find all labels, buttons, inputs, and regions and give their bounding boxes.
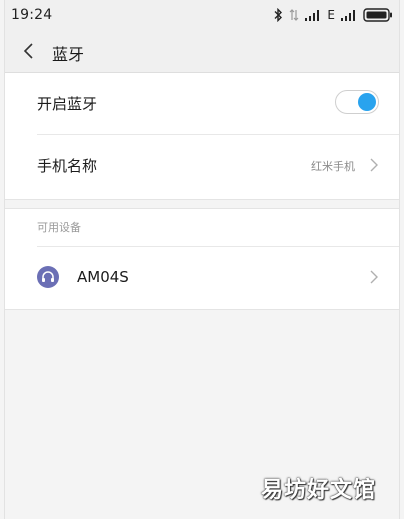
status-time: 19:24 xyxy=(11,7,53,23)
device-name-label: 手机名称 xyxy=(37,157,98,175)
data-off-icon xyxy=(289,8,299,22)
app-header: 蓝牙 xyxy=(5,30,399,73)
headset-icon xyxy=(37,266,59,288)
page-title: 蓝牙 xyxy=(52,45,85,64)
network-type-label: E xyxy=(327,8,335,22)
chevron-right-icon xyxy=(369,269,379,285)
settings-card: 开启蓝牙 手机名称 红米手机 xyxy=(5,73,399,200)
status-bar: 19:24 E xyxy=(5,0,399,30)
signal-icon xyxy=(341,9,357,21)
battery-icon xyxy=(363,8,393,22)
bluetooth-icon xyxy=(273,8,283,22)
status-icons: E xyxy=(273,6,393,24)
device-name-row[interactable]: 手机名称 红米手机 xyxy=(5,135,399,197)
signal-icon xyxy=(305,9,321,21)
chevron-left-icon[interactable] xyxy=(21,42,39,60)
bluetooth-toggle-switch[interactable] xyxy=(335,90,379,114)
toggle-knob xyxy=(358,93,376,111)
device-name-value: 红米手机 xyxy=(311,160,355,173)
device-item-name: AM04S xyxy=(77,268,129,286)
settings-screen: 19:24 E 蓝牙 开启蓝牙 手机名称 红米手机 AM04S 可用设备 xyxy=(4,0,400,519)
chevron-right-icon xyxy=(369,157,379,173)
section-label-available-devices: 可用设备 xyxy=(37,221,81,234)
list-item[interactable]: AM04S xyxy=(5,247,399,309)
bluetooth-toggle-row[interactable]: 开启蓝牙 xyxy=(5,73,399,135)
watermark-text: 易坊好文馆 xyxy=(260,478,376,503)
bluetooth-toggle-label: 开启蓝牙 xyxy=(37,95,98,113)
